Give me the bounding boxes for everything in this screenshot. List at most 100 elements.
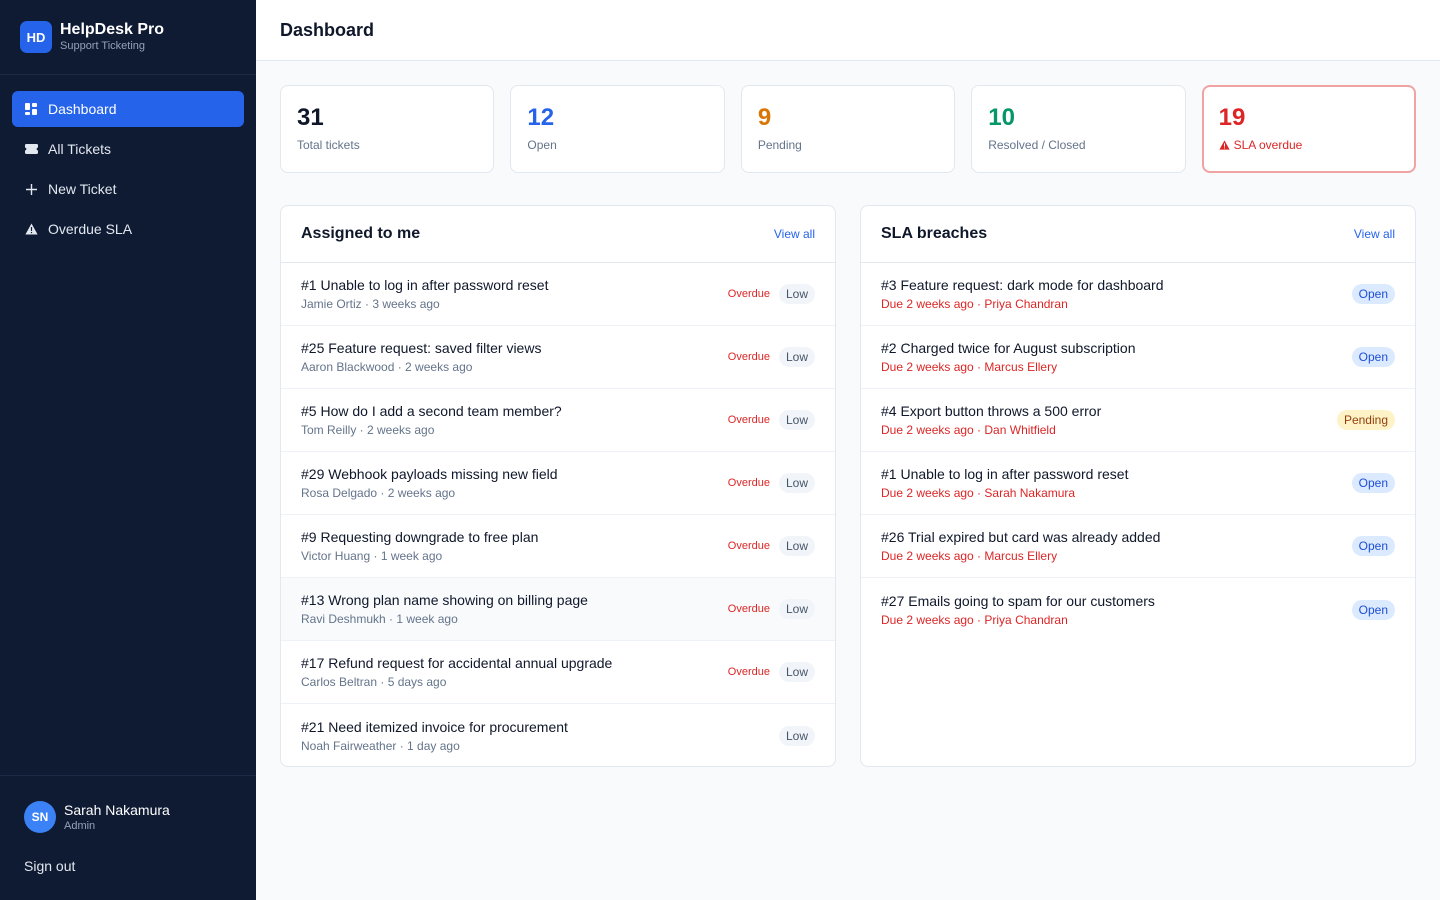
priority-badge: Low bbox=[778, 725, 815, 746]
ticket-tags: Open bbox=[1351, 347, 1395, 367]
ticket-text: #4 Export button throws a 500 error Due 2… bbox=[881, 402, 1101, 438]
sidebar-item-new-ticket[interactable]: New Ticket bbox=[12, 171, 244, 207]
ticket-text: #27 Emails going to spam for our custome… bbox=[881, 592, 1155, 628]
stat-value: 31 bbox=[297, 104, 324, 131]
ticket-due: Due 2 weeks ago · Marcus Ellery bbox=[881, 549, 1058, 563]
ticket-meta: Victor Huang · 1 week ago bbox=[301, 549, 443, 563]
stat-card-pending[interactable]: 9 Pending bbox=[740, 85, 956, 173]
status-badge: Pending bbox=[1336, 410, 1395, 430]
ticket-row[interactable]: #9 Requesting downgrade to free plan Vict… bbox=[281, 515, 835, 578]
sidebar-item-all-tickets[interactable]: All Tickets bbox=[12, 131, 244, 167]
status-badge: Open bbox=[1351, 536, 1395, 556]
ticket-text: #25 Feature request: saved filter views A… bbox=[301, 339, 541, 375]
stat-card-total[interactable]: 31 Total tickets bbox=[280, 85, 495, 173]
breach-row[interactable]: #4 Export button throws a 500 error Due 2… bbox=[861, 389, 1415, 452]
ticket-tags: Low bbox=[778, 725, 815, 746]
sign-out-link[interactable]: Sign out bbox=[24, 858, 75, 874]
avatar: SN bbox=[24, 801, 56, 833]
ticket-row[interactable]: #29 Webhook payloads missing new field Ro… bbox=[281, 452, 835, 515]
ticket-due: Due 2 weeks ago · Priya Chandran bbox=[881, 612, 1068, 627]
ticket-title: #21 Need itemized invoice for procuremen… bbox=[301, 718, 568, 735]
priority-badge: Low bbox=[778, 662, 815, 682]
sla-breaches-panel: SLA breaches View all #3 Feature request… bbox=[860, 205, 1416, 767]
ticket-due: Due 2 weeks ago · Dan Whitfield bbox=[881, 423, 1056, 437]
ticket-meta: Carlos Beltran · 5 days ago bbox=[301, 675, 447, 689]
ticket-tags: Overdue Low bbox=[728, 536, 815, 556]
ticket-tags: Open bbox=[1351, 473, 1395, 493]
stat-card-open[interactable]: 12 Open bbox=[510, 85, 725, 173]
sidebar-item-dashboard[interactable]: Dashboard bbox=[12, 91, 244, 127]
ticket-due: Due 2 weeks ago · Priya Chandran bbox=[881, 297, 1068, 311]
ticket-meta: Ravi Deshmukh · 1 week ago bbox=[301, 612, 458, 626]
breach-row[interactable]: #27 Emails going to spam for our custome… bbox=[861, 578, 1415, 641]
breach-row[interactable]: #3 Feature request: dark mode for dashbo… bbox=[861, 263, 1415, 326]
breach-row[interactable]: #2 Charged twice for August subscription… bbox=[861, 326, 1415, 389]
brand-subtitle: Support Ticketing bbox=[60, 40, 145, 52]
ticket-title: #1 Unable to log in after password reset bbox=[881, 466, 1129, 482]
warning-icon bbox=[24, 222, 38, 236]
brand-logo: HD bbox=[20, 21, 52, 53]
sidebar: HD HelpDesk Pro Support Ticketing Dashbo… bbox=[0, 0, 256, 900]
ticket-text: #3 Feature request: dark mode for dashbo… bbox=[881, 276, 1164, 312]
status-badge: Open bbox=[1351, 473, 1395, 493]
status-badge: Open bbox=[1351, 347, 1395, 367]
stat-label: Open bbox=[527, 138, 557, 152]
ticket-row[interactable]: #21 Need itemized invoice for procuremen… bbox=[281, 704, 835, 766]
ticket-row[interactable]: #17 Refund request for accidental annual… bbox=[281, 641, 835, 704]
breach-row[interactable]: #1 Unable to log in after password reset… bbox=[861, 452, 1415, 515]
stat-label: SLA overdue bbox=[1233, 138, 1303, 152]
ticket-text: #5 How do I add a second team member? Tom… bbox=[301, 402, 562, 438]
ticket-list: #1 Unable to log in after password reset… bbox=[281, 263, 835, 766]
stat-label: Total tickets bbox=[297, 138, 360, 152]
brand: HD HelpDesk Pro Support Ticketing bbox=[0, 0, 256, 75]
ticket-meta: Jamie Ortiz · 3 weeks ago bbox=[301, 297, 440, 311]
ticket-title: #17 Refund request for accidental annual… bbox=[301, 655, 613, 671]
stat-label: Resolved / Closed bbox=[988, 138, 1086, 152]
overdue-label: Overdue bbox=[727, 603, 770, 615]
ticket-due: Due 2 weeks ago · Marcus Ellery bbox=[881, 360, 1058, 374]
priority-badge: Low bbox=[778, 473, 815, 493]
stat-value: 10 bbox=[988, 104, 1015, 131]
sidebar-item-overdue-sla[interactable]: Overdue SLA bbox=[12, 211, 244, 247]
panel-title: Assigned to me bbox=[301, 225, 421, 242]
ticket-tags: Overdue Low bbox=[728, 662, 815, 682]
status-badge: Open bbox=[1351, 284, 1395, 304]
sidebar-item-label: All Tickets bbox=[48, 141, 112, 157]
overdue-label: Overdue bbox=[727, 540, 770, 552]
ticket-tags: Pending bbox=[1336, 410, 1395, 430]
warning-icon bbox=[1219, 140, 1230, 150]
view-all-link[interactable]: View all bbox=[1354, 227, 1395, 241]
ticket-row[interactable]: #5 How do I add a second team member? Tom… bbox=[281, 389, 835, 452]
ticket-row[interactable]: #25 Feature request: saved filter views A… bbox=[281, 326, 835, 389]
ticket-text: #1 Unable to log in after password reset… bbox=[301, 276, 548, 312]
ticket-tags: Overdue Low bbox=[728, 599, 815, 619]
ticket-text: #26 Trial expired but card was already a… bbox=[881, 528, 1160, 564]
stat-card-resolved[interactable]: 10 Resolved / Closed bbox=[971, 85, 1186, 173]
breach-row[interactable]: #26 Trial expired but card was already a… bbox=[861, 515, 1415, 578]
sidebar-item-label: Dashboard bbox=[48, 101, 117, 117]
ticket-meta: Aaron Blackwood · 2 weeks ago bbox=[301, 360, 473, 374]
ticket-title: #5 How do I add a second team member? bbox=[301, 403, 562, 419]
brand-name: HelpDesk Pro bbox=[60, 21, 165, 38]
panel-header: SLA breaches View all bbox=[861, 206, 1415, 263]
ticket-title: #29 Webhook payloads missing new field bbox=[301, 466, 558, 482]
ticket-tags: Open bbox=[1351, 536, 1395, 556]
ticket-icon bbox=[24, 142, 38, 156]
panel-header: Assigned to me View all bbox=[281, 206, 835, 263]
stats-row: 31 Total tickets 12 Open 9 Pending 10 Re… bbox=[280, 85, 1417, 173]
ticket-row[interactable]: #1 Unable to log in after password reset… bbox=[281, 263, 835, 326]
ticket-text: #2 Charged twice for August subscription… bbox=[881, 339, 1135, 375]
stat-card-sla-overdue[interactable]: 19 SLA overdue bbox=[1201, 85, 1417, 173]
view-all-link[interactable]: View all bbox=[774, 227, 815, 241]
user-info: SN Sarah Nakamura Admin bbox=[24, 801, 232, 833]
ticket-title: #26 Trial expired but card was already a… bbox=[881, 529, 1161, 545]
dashboard-icon bbox=[24, 102, 38, 116]
ticket-list: #3 Feature request: dark mode for dashbo… bbox=[861, 263, 1415, 641]
overdue-label: Overdue bbox=[727, 477, 770, 489]
ticket-row[interactable]: #13 Wrong plan name showing on billing p… bbox=[281, 578, 835, 641]
ticket-due: Due 2 weeks ago · Sarah Nakamura bbox=[881, 486, 1076, 500]
plus-icon bbox=[24, 182, 38, 196]
ticket-text: #13 Wrong plan name showing on billing p… bbox=[301, 591, 588, 627]
ticket-meta: Tom Reilly · 2 weeks ago bbox=[301, 423, 435, 437]
ticket-title: #1 Unable to log in after password reset bbox=[301, 277, 549, 293]
